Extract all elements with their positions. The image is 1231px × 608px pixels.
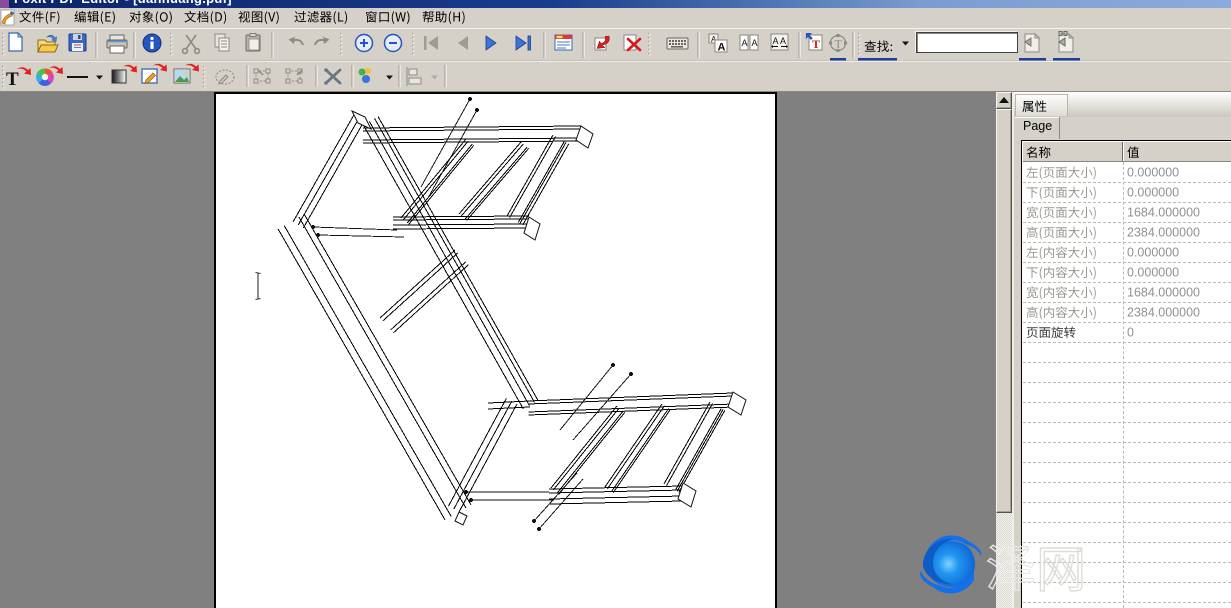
svg-text:T: T: [835, 37, 843, 51]
svg-text:A: A: [780, 36, 786, 46]
svg-text:0.000000: 0.000000: [1127, 246, 1179, 260]
svg-text:0: 0: [1127, 326, 1134, 340]
svg-text:A: A: [718, 42, 726, 54]
svg-text:A: A: [742, 38, 748, 48]
svg-text:0.000000: 0.000000: [1127, 166, 1179, 180]
svg-text:T: T: [6, 69, 19, 90]
svg-text:2384.000000: 2384.000000: [1127, 226, 1200, 240]
svg-text:1684.000000: 1684.000000: [1127, 206, 1200, 220]
svg-text:2384.000000: 2384.000000: [1127, 306, 1200, 320]
svg-text:0.000000: 0.000000: [1127, 186, 1179, 200]
svg-text:0.000000: 0.000000: [1127, 266, 1179, 280]
svg-text:1684.000000: 1684.000000: [1127, 286, 1200, 300]
svg-text:A: A: [752, 38, 758, 48]
svg-text:A: A: [773, 36, 779, 46]
svg-text:T: T: [812, 37, 820, 51]
